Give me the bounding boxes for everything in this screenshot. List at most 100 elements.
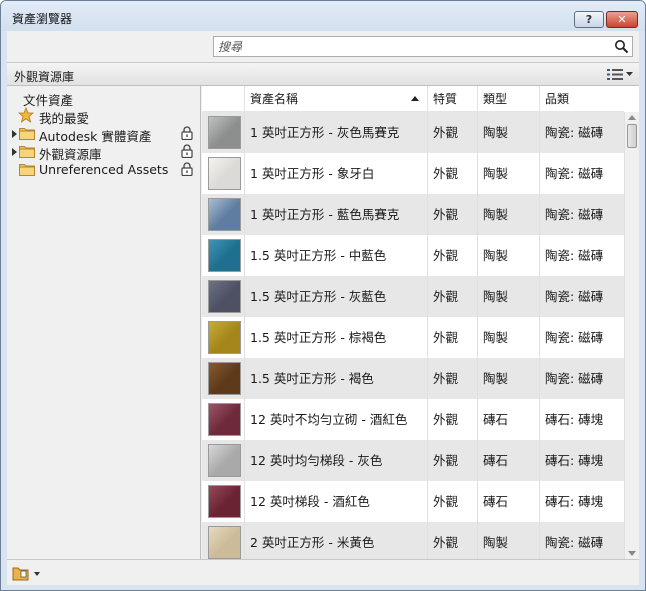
tree-item[interactable]: 外觀資源庫: [7, 143, 197, 162]
name-cell: 1.5 英吋正方形 - 褐色: [244, 358, 427, 399]
table-row[interactable]: 1 英吋正方形 - 灰色馬賽克 外觀 陶製 陶瓷: 磁磚: [202, 112, 624, 153]
lock-icon: [181, 126, 193, 140]
library-header: 外觀資源庫: [7, 62, 639, 86]
lock-icon: [181, 162, 193, 176]
type-cell: 陶製: [477, 276, 539, 317]
property-cell: 外觀: [427, 153, 477, 194]
category-cell: 陶瓷: 磁磚: [539, 358, 624, 399]
name-cell: 12 英吋梯段 - 酒紅色: [244, 481, 427, 522]
property-cell: 外觀: [427, 112, 477, 153]
type-cell: 陶製: [477, 153, 539, 194]
category-cell: 磚石: 磚塊: [539, 440, 624, 481]
column-header-thumbnail: [202, 86, 244, 112]
column-header-type-label: 類型: [483, 92, 508, 106]
thumbnail-cell: [202, 399, 244, 440]
search-icon[interactable]: [614, 39, 629, 54]
table-row[interactable]: 12 英吋梯段 - 酒紅色 外觀 磚石 磚石: 磚塊: [202, 481, 624, 522]
search-box[interactable]: [213, 36, 633, 57]
view-options-button[interactable]: [607, 66, 635, 83]
tree-item-label: Unreferenced Assets: [39, 162, 169, 177]
vertical-scrollbar[interactable]: [624, 112, 639, 559]
material-thumbnail: [208, 444, 241, 477]
name-cell: 12 英吋不均勻立砌 - 酒紅色: [244, 399, 427, 440]
search-input[interactable]: [218, 39, 608, 54]
asset-list: 資產名稱 特質 類型 品類 1 英吋正方形 - 灰色馬賽克 外觀 陶製 陶瓷: 磁磚 1…: [202, 86, 639, 559]
type-cell: 磚石: [477, 440, 539, 481]
property-cell: 外觀: [427, 194, 477, 235]
type-cell: 陶製: [477, 194, 539, 235]
column-header-name-label: 資產名稱: [250, 92, 299, 106]
column-header-property[interactable]: 特質: [427, 86, 477, 112]
category-cell: 陶瓷: 磁磚: [539, 112, 624, 153]
table-row[interactable]: 1.5 英吋正方形 - 灰藍色 外觀 陶製 陶瓷: 磁磚: [202, 276, 624, 317]
material-thumbnail: [208, 485, 241, 518]
thumbnail-cell: [202, 358, 244, 399]
material-thumbnail: [208, 157, 241, 190]
scroll-down-icon[interactable]: [628, 551, 636, 556]
column-header-category[interactable]: 品類: [539, 86, 624, 112]
manage-library-button[interactable]: [12, 565, 42, 581]
property-cell: 外觀: [427, 440, 477, 481]
column-header-property-label: 特質: [433, 92, 458, 106]
chevron-down-icon: [626, 72, 633, 76]
tree-item[interactable]: Unreferenced Assets: [7, 161, 197, 179]
title-bar[interactable]: 資產瀏覽器 ? ✕: [1, 1, 645, 31]
name-cell: 1.5 英吋正方形 - 棕褐色: [244, 317, 427, 358]
expand-arrow-icon[interactable]: [12, 148, 17, 156]
material-thumbnail: [208, 362, 241, 395]
category-cell: 陶瓷: 磁磚: [539, 276, 624, 317]
scroll-thumb[interactable]: [627, 124, 637, 148]
close-button[interactable]: ✕: [606, 11, 638, 28]
material-thumbnail: [208, 280, 241, 313]
column-header-name[interactable]: 資產名稱: [244, 86, 427, 112]
material-thumbnail: [208, 239, 241, 272]
tree-item[interactable]: 文件資產: [7, 89, 197, 108]
category-cell: 陶瓷: 磁磚: [539, 153, 624, 194]
material-thumbnail: [208, 526, 241, 559]
thumbnail-cell: [202, 481, 244, 522]
help-icon: ?: [585, 13, 593, 26]
table-row[interactable]: 12 英吋不均勻立砌 - 酒紅色 外觀 磚石 磚石: 磚塊: [202, 399, 624, 440]
type-cell: 陶製: [477, 317, 539, 358]
column-header-category-label: 品類: [545, 92, 570, 106]
thumbnail-cell: [202, 522, 244, 559]
table-header: 資產名稱 特質 類型 品類: [202, 86, 624, 112]
type-cell: 陶製: [477, 235, 539, 276]
table-row[interactable]: 1.5 英吋正方形 - 褐色 外觀 陶製 陶瓷: 磁磚: [202, 358, 624, 399]
tree-item[interactable]: 我的最愛: [7, 107, 197, 126]
name-cell: 12 英吋均勻梯段 - 灰色: [244, 440, 427, 481]
property-cell: 外觀: [427, 276, 477, 317]
column-header-type[interactable]: 類型: [477, 86, 539, 112]
close-icon: ✕: [617, 13, 627, 26]
category-cell: 磚石: 磚塊: [539, 399, 624, 440]
name-cell: 1 英吋正方形 - 藍色馬賽克: [244, 194, 427, 235]
table-row[interactable]: 1 英吋正方形 - 藍色馬賽克 外觀 陶製 陶瓷: 磁磚: [202, 194, 624, 235]
folder-icon: [19, 146, 35, 158]
type-cell: 磚石: [477, 481, 539, 522]
sort-ascending-icon: [411, 96, 419, 101]
scroll-up-icon[interactable]: [628, 115, 636, 120]
asset-browser-window: 資產瀏覽器 ? ✕ 外觀資源庫: [0, 0, 646, 591]
star-icon: [18, 107, 34, 123]
property-cell: 外觀: [427, 317, 477, 358]
name-cell: 1.5 英吋正方形 - 灰藍色: [244, 276, 427, 317]
search-band: [7, 31, 639, 62]
category-cell: 磚石: 磚塊: [539, 481, 624, 522]
type-cell: 陶製: [477, 522, 539, 559]
category-cell: 陶瓷: 磁磚: [539, 522, 624, 559]
category-cell: 陶瓷: 磁磚: [539, 235, 624, 276]
table-row[interactable]: 1.5 英吋正方形 - 棕褐色 外觀 陶製 陶瓷: 磁磚: [202, 317, 624, 358]
tree-item[interactable]: Autodesk 實體資產: [7, 125, 197, 144]
table-row[interactable]: 2 英吋正方形 - 米黃色 外觀 陶製 陶瓷: 磁磚: [202, 522, 624, 559]
expand-arrow-icon[interactable]: [12, 130, 17, 138]
material-thumbnail: [208, 116, 241, 149]
property-cell: 外觀: [427, 481, 477, 522]
thumbnail-cell: [202, 317, 244, 358]
help-button[interactable]: ?: [574, 11, 604, 28]
thumbnail-cell: [202, 276, 244, 317]
library-folder-icon: [12, 567, 40, 581]
table-row[interactable]: 1 英吋正方形 - 象牙白 外觀 陶製 陶瓷: 磁磚: [202, 153, 624, 194]
category-cell: 陶瓷: 磁磚: [539, 317, 624, 358]
table-row[interactable]: 12 英吋均勻梯段 - 灰色 外觀 磚石 磚石: 磚塊: [202, 440, 624, 481]
table-row[interactable]: 1.5 英吋正方形 - 中藍色 外觀 陶製 陶瓷: 磁磚: [202, 235, 624, 276]
